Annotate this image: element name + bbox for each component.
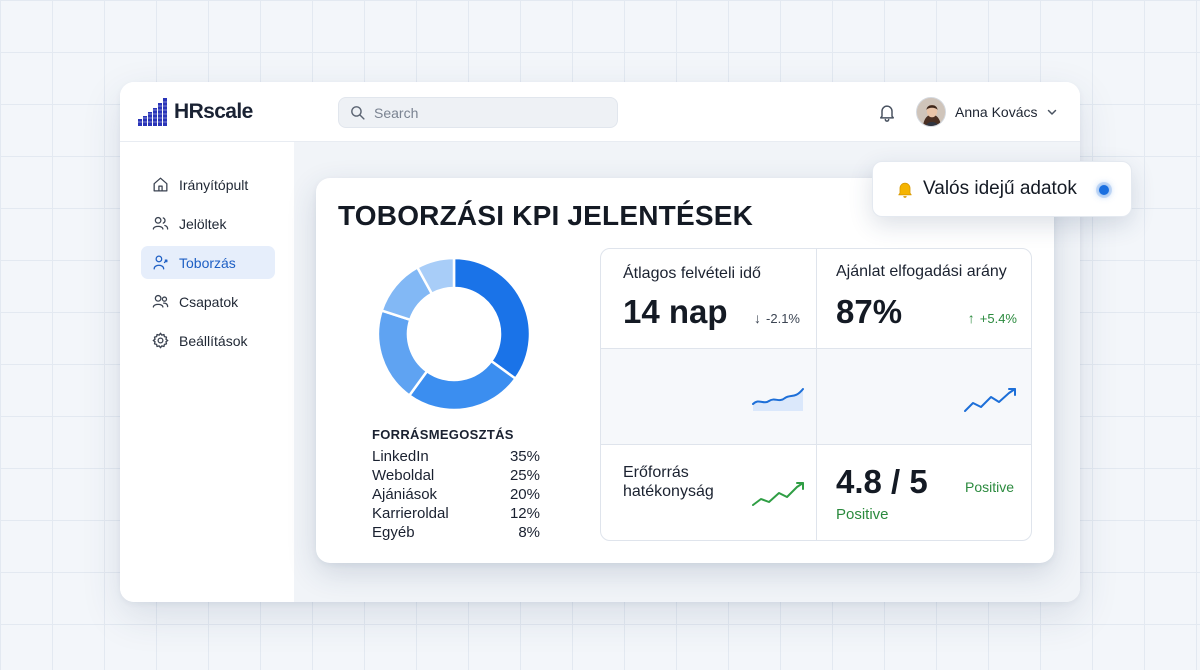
kpi-delta-value: +5.4% [979,310,1017,326]
kpi-resource-efficiency[interactable]: Erőforrás hatékonyság [601,445,817,540]
avatar-image [917,98,945,126]
user-name: Anna Kovács [955,104,1038,120]
source-name: Weboldal [372,467,435,484]
sidebar-item-beallitasok[interactable]: Beállítások [141,324,275,357]
avatar[interactable] [916,97,946,127]
realtime-indicator[interactable]: Valós idejű adatok [872,161,1132,217]
status-badge: Positive [965,479,1015,495]
search-icon [351,106,365,120]
kpi-trend-hiring-time [601,349,817,445]
kpi-avg-hiring-time[interactable]: Átlagos felvételi idő 14 nap ↓ -2.1% [601,249,817,349]
kpi-trend-offer-acceptance [817,349,1031,445]
source-list: LinkedIn 35% Weboldal 25% Ajániások 20% … [372,448,540,543]
kpi-sentiment: Positive [836,506,889,523]
bell-icon [898,182,912,198]
home-icon [153,177,168,192]
kpi-report-card: TOBORZÁSI KPI JELENTÉSEK FORRÁSMEGOSZTÁS… [316,178,1054,563]
source-name: Ajániások [372,486,438,503]
sidebar-item-iranyitopult[interactable]: Irányítópult [141,168,275,201]
live-status-dot [1099,185,1109,195]
bell-icon[interactable] [877,102,897,122]
logo-icon [138,98,168,126]
source-row: Karrieroldal 12% [372,505,540,524]
sidebar-item-label: Irányítópult [179,176,249,193]
sidebar: Irányítópult Jelöltek Toborzás Csapatok [120,142,294,602]
source-donut-chart [376,256,532,412]
donut-slice-ajániások[interactable] [376,308,429,398]
kpi-label: Erőforrás hatékonyság [623,464,714,500]
team-icon [152,294,169,308]
chevron-down-icon[interactable] [1046,106,1058,118]
source-row: Egyéb 8% [372,524,540,543]
arrow-up-icon: ↑ [967,310,975,326]
source-value: 25% [509,467,540,484]
kpi-delta: ↓ -2.1% [754,310,800,326]
realtime-label: Valós idejű adatok [923,178,1077,199]
source-row: LinkedIn 35% [372,448,540,467]
source-value: 35% [509,448,540,465]
source-value: 20% [509,486,540,503]
users-icon [152,216,169,230]
sidebar-item-jeloltek[interactable]: Jelöltek [141,207,275,240]
user-menu[interactable]: Anna Kovács [916,96,1058,128]
sidebar-item-csapatok[interactable]: Csapatok [141,285,275,318]
search-bar[interactable] [338,97,618,128]
source-heading: FORRÁSMEGOSZTÁS [372,427,514,442]
sidebar-item-toborzas[interactable]: Toborzás [141,246,275,279]
sidebar-item-label: Toborzás [179,254,236,271]
report-title: TOBORZÁSI KPI JELENTÉSEK [338,200,754,231]
kpi-delta: ↑ +5.4% [968,310,1017,326]
sidebar-item-label: Beállítások [179,332,248,349]
kpi-grid: Átlagos felvételi idő 14 nap ↓ -2.1% Ajá… [600,248,1032,541]
sparkline-icon [752,388,804,411]
sparkline-icon [964,388,1016,412]
source-row: Weboldal 25% [372,467,540,486]
app-name: HRscale [174,100,253,123]
kpi-delta-value: -2.1% [766,310,800,326]
kpi-value: 87% [836,293,903,330]
source-name: LinkedIn [372,448,429,465]
gear-icon [152,332,169,349]
kpi-rating[interactable]: 4.8 / 5 Positive Positive [817,445,1031,540]
kpi-value: 14 nap [623,293,728,330]
logo[interactable]: HRscale [138,96,253,128]
kpi-value: 4.8 / 5 [836,463,928,500]
source-value: 8% [518,524,540,541]
kpi-label: Átlagos felvételi idő [623,265,761,282]
source-name: Karrieroldal [372,505,449,522]
search-input[interactable] [374,104,604,121]
source-row: Ajániások 20% [372,486,540,505]
trend-up-icon [752,482,804,506]
kpi-label: Ajánlat elfogadási arány [836,263,1007,280]
source-name: Egyéb [372,524,415,541]
source-value: 12% [509,505,540,522]
recruit-icon [153,255,168,270]
arrow-down-icon: ↓ [754,310,762,326]
top-bar: HRscale Anna Kovács [120,82,1080,142]
sidebar-item-label: Jelöltek [179,215,227,232]
kpi-offer-acceptance[interactable]: Ajánlat elfogadási arány 87% ↑ +5.4% [817,249,1031,349]
sidebar-item-label: Csapatok [179,293,239,310]
